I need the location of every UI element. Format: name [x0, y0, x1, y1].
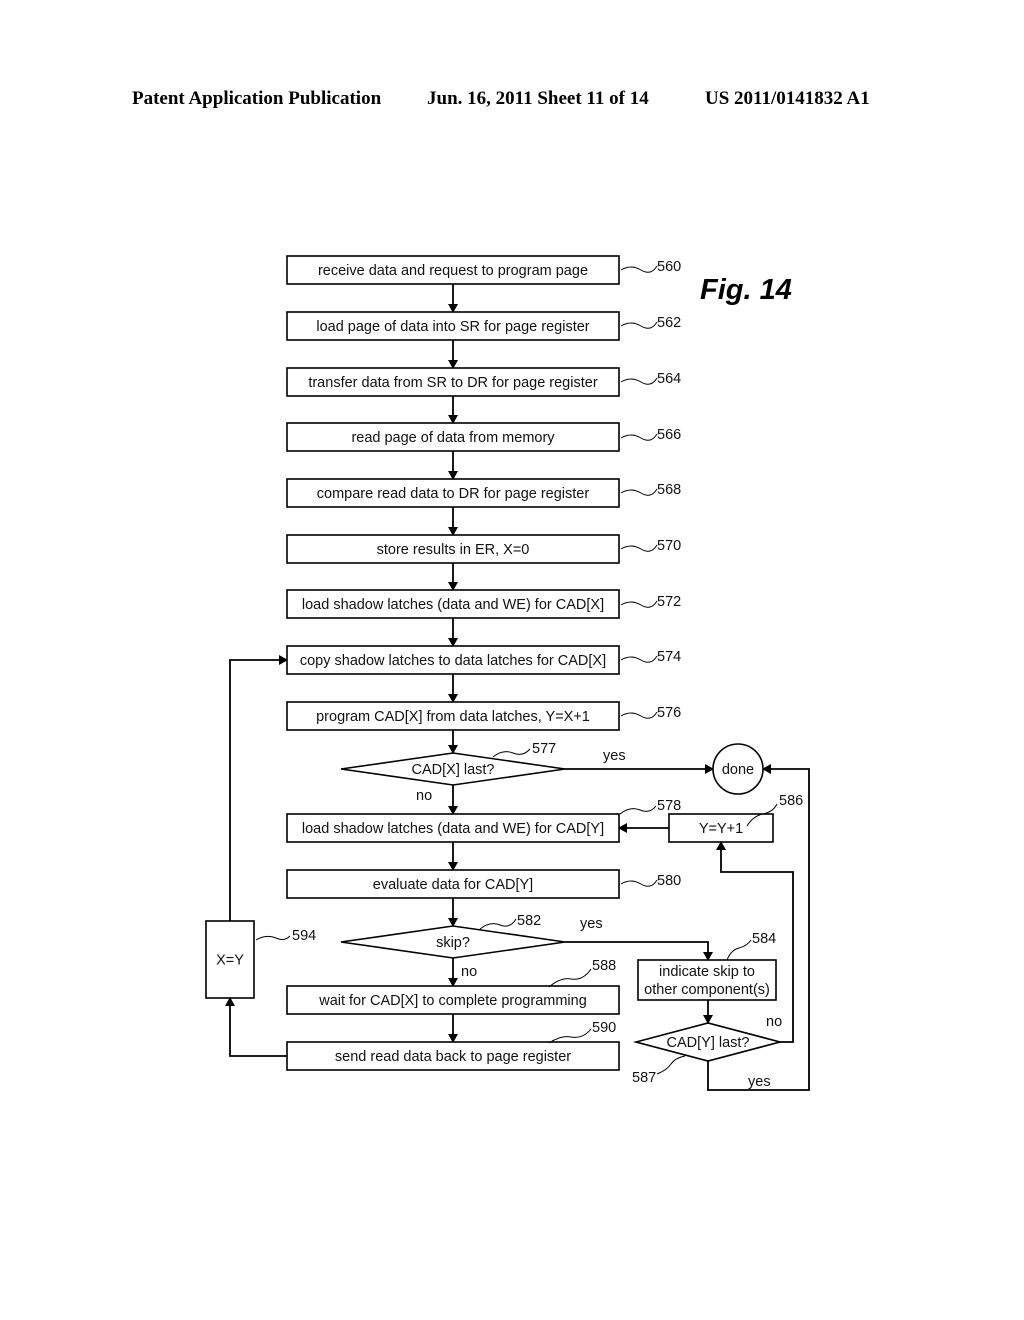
edge-label-yes: yes [748, 1074, 771, 1090]
node-564-process: transfer data from SR to DR for page reg… [286, 367, 681, 397]
node-label: load shadow latches (data and WE) for CA… [302, 821, 604, 837]
node-578-process: load shadow latches (data and WE) for CA… [286, 798, 681, 843]
reference-leader [620, 265, 658, 273]
node-label: read page of data from memory [351, 430, 555, 446]
node-label: wait for CAD[X] to complete programming [318, 993, 587, 1009]
reference-leader [620, 711, 658, 719]
node-label: Y=Y+1 [699, 821, 743, 837]
node-572-process: load shadow latches (data and WE) for CA… [286, 589, 681, 619]
node-560-process: receive data and request to program page… [286, 255, 681, 285]
reference-number: 588 [592, 958, 616, 974]
reference-number: 560 [657, 259, 681, 275]
node-label: indicate skip to [659, 964, 755, 980]
edge-label-no: no [461, 964, 477, 980]
node-label: X=Y [216, 953, 244, 969]
reference-number: 578 [657, 798, 681, 814]
node-label: compare read data to DR for page registe… [317, 486, 590, 502]
node-576-process: program CAD[X] from data latches, Y=X+1 5… [286, 701, 681, 731]
reference-leader [620, 879, 658, 887]
reference-leader [255, 935, 291, 941]
reference-leader [656, 1055, 686, 1075]
reference-leader [726, 939, 752, 961]
reference-leader [620, 377, 658, 385]
node-566-process: read page of data from memory 566 [286, 422, 681, 452]
node-574-process: copy shadow latches to data latches for … [286, 645, 681, 675]
reference-leader [620, 600, 658, 608]
reference-leader [620, 544, 658, 552]
edge-label-yes: yes [580, 916, 603, 932]
reference-leader [492, 748, 531, 758]
flowchart: receive data and request to program page… [205, 255, 810, 1091]
reference-number: 576 [657, 705, 681, 721]
reference-number: 584 [752, 931, 776, 947]
nodes: receive data and request to program page… [205, 255, 803, 1086]
node-label: transfer data from SR to DR for page reg… [308, 375, 597, 391]
reference-number: 562 [657, 315, 681, 331]
node-label: store results in ER, X=0 [377, 542, 530, 558]
node-570-process: store results in ER, X=0 570 [286, 534, 681, 564]
reference-number: 570 [657, 538, 681, 554]
edge-590-to-594 [225, 997, 287, 1057]
node-label: CAD[Y] last? [667, 1035, 750, 1051]
node-586-process: Y=Y+1 586 [668, 793, 803, 843]
node-label: load page of data into SR for page regis… [316, 319, 589, 335]
edge-label-no: no [416, 788, 432, 804]
reference-number: 568 [657, 482, 681, 498]
reference-number: 590 [592, 1020, 616, 1036]
edge-label-yes: yes [603, 748, 626, 764]
node-done-terminal: done [712, 743, 764, 795]
edge-582-to-584 [565, 941, 713, 961]
reference-number: 582 [517, 913, 541, 929]
node-label: copy shadow latches to data latches for … [300, 653, 606, 669]
node-580-process: evaluate data for CAD[Y] 580 [286, 869, 681, 899]
reference-leader [620, 433, 658, 441]
reference-leader [620, 655, 658, 663]
node-label: receive data and request to program page [318, 263, 588, 279]
reference-number: 574 [657, 649, 681, 665]
node-label: evaluate data for CAD[Y] [373, 877, 533, 893]
edge-label-no: no [766, 1014, 782, 1030]
node-568-process: compare read data to DR for page registe… [286, 478, 681, 508]
reference-leader [620, 321, 658, 329]
node-label: done [722, 762, 754, 778]
reference-number: 586 [779, 793, 803, 809]
reference-leader [548, 968, 592, 988]
node-label: CAD[X] last? [412, 762, 495, 778]
reference-number: 566 [657, 427, 681, 443]
reference-leader [479, 918, 517, 930]
reference-number: 594 [292, 928, 316, 944]
reference-number: 580 [657, 873, 681, 889]
reference-leader [620, 488, 658, 496]
reference-number: 587 [632, 1070, 656, 1086]
reference-leader [548, 1028, 592, 1044]
reference-number: 572 [657, 594, 681, 610]
node-562-process: load page of data into SR for page regis… [286, 311, 681, 341]
reference-number: 577 [532, 741, 556, 757]
edge-594-to-574 [229, 655, 288, 921]
node-label: load shadow latches (data and WE) for CA… [302, 597, 604, 613]
node-label: send read data back to page register [335, 1049, 571, 1065]
node-label: program CAD[X] from data latches, Y=X+1 [316, 709, 590, 725]
reference-number: 564 [657, 371, 681, 387]
reference-leader [619, 805, 657, 815]
node-label: other component(s) [644, 982, 770, 998]
node-label: skip? [436, 935, 470, 951]
